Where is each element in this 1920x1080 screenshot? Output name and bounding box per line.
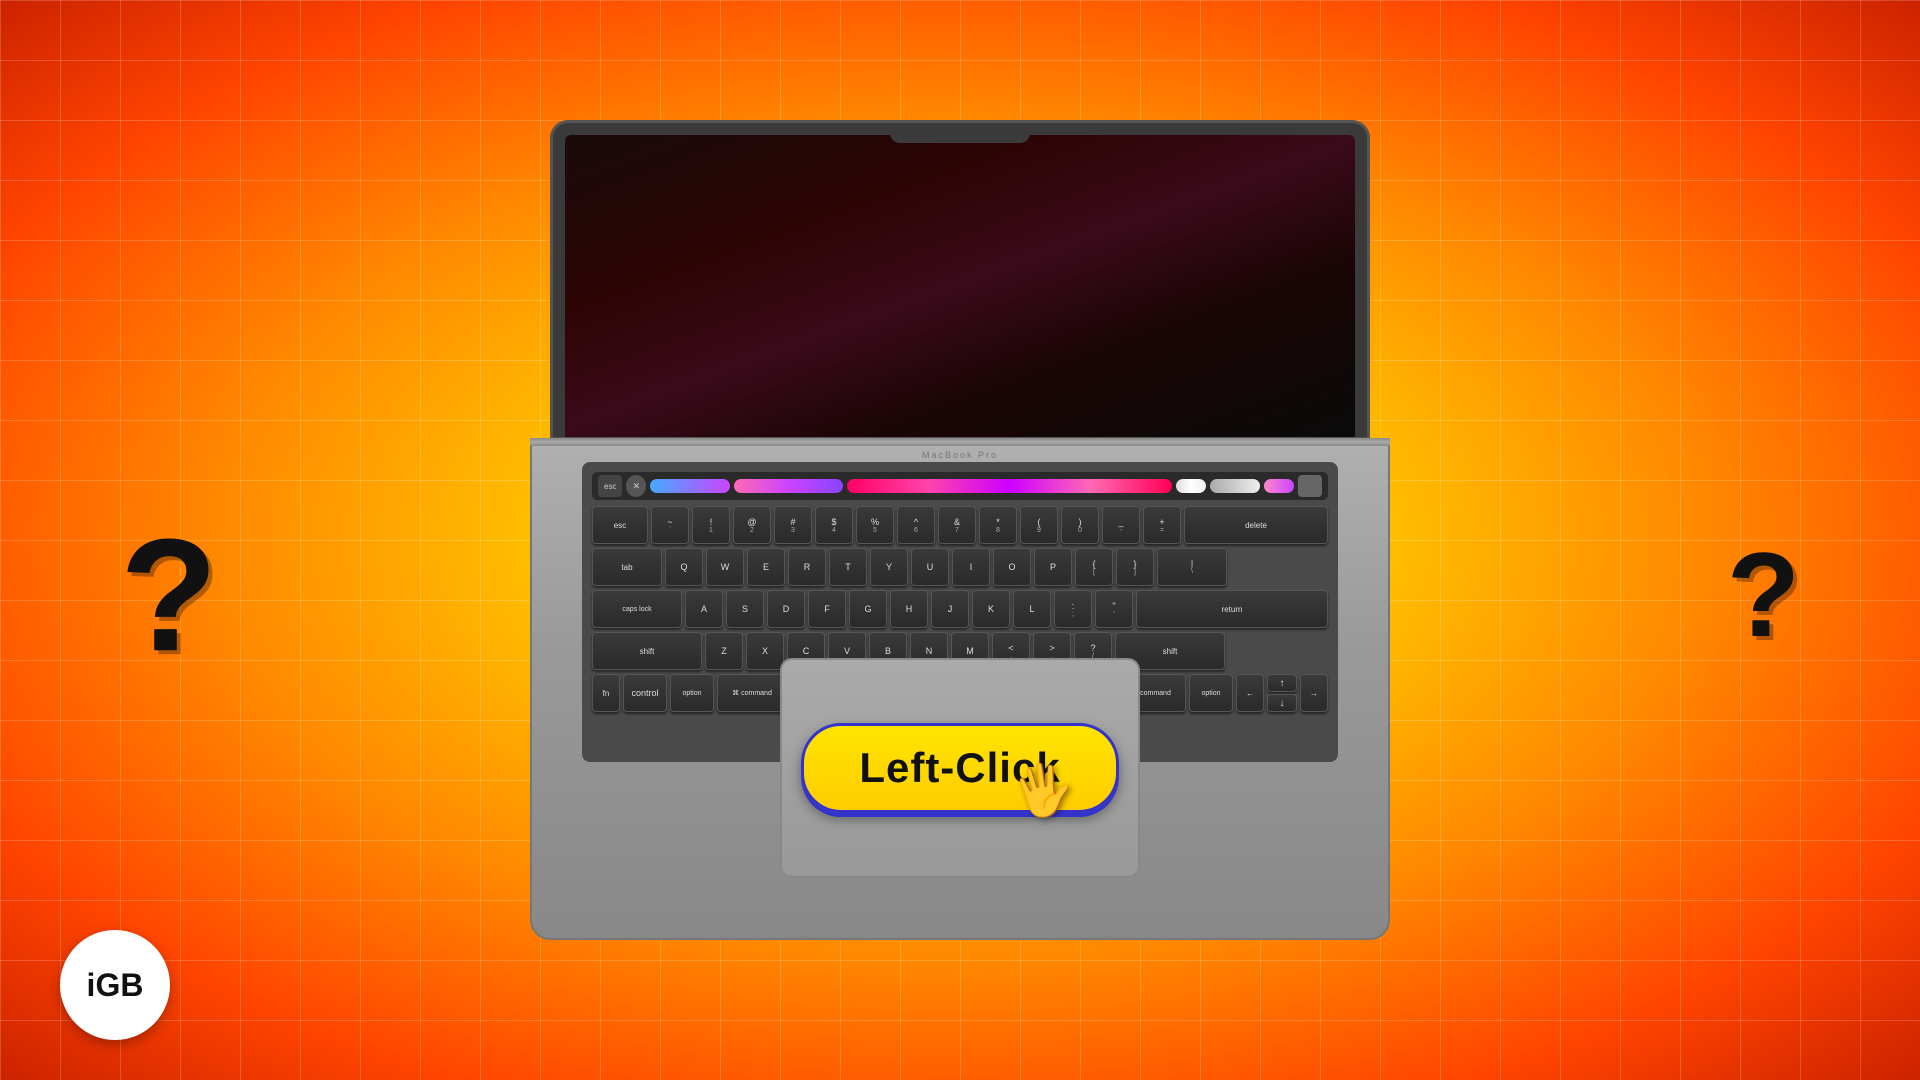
key-a[interactable]: A [685, 590, 723, 628]
tb-power[interactable] [1298, 475, 1322, 497]
key-t[interactable]: T [829, 548, 867, 586]
macbook-screen-outer [550, 120, 1370, 440]
igb-logo-text: iGB [87, 967, 144, 1004]
key-option-left[interactable]: option [670, 674, 714, 712]
key-h[interactable]: H [890, 590, 928, 628]
scene: ? esc ✕ [0, 0, 1920, 1080]
key-o[interactable]: O [993, 548, 1031, 586]
tb-brightness [1210, 479, 1260, 493]
key-lbracket[interactable]: {[ [1075, 548, 1113, 586]
tb-color-slider [734, 479, 842, 493]
key-tilde[interactable]: ~` [651, 506, 689, 544]
macbook-notch [890, 123, 1030, 143]
key-row-1: esc ~` !1 @2 #3 $4 %5 ^6 &7 *8 (9 )0 _- … [592, 506, 1328, 544]
arrow-up-down: ↑ ↓ [1267, 674, 1297, 712]
tb-thumb [1176, 479, 1206, 493]
key-k[interactable]: K [972, 590, 1010, 628]
key-2[interactable]: @2 [733, 506, 771, 544]
key-equals[interactable]: += [1143, 506, 1181, 544]
key-g[interactable]: G [849, 590, 887, 628]
key-d[interactable]: D [767, 590, 805, 628]
key-z[interactable]: Z [705, 632, 743, 670]
key-i[interactable]: I [952, 548, 990, 586]
key-8[interactable]: *8 [979, 506, 1017, 544]
cursor-hand-icon: 🖐 [1008, 756, 1081, 825]
key-e[interactable]: E [747, 548, 785, 586]
key-f[interactable]: F [808, 590, 846, 628]
key-esc[interactable]: esc [592, 506, 648, 544]
key-0[interactable]: )0 [1061, 506, 1099, 544]
key-x[interactable]: X [746, 632, 784, 670]
key-delete[interactable]: delete [1184, 506, 1328, 544]
key-y[interactable]: Y [870, 548, 908, 586]
key-arrow-right[interactable]: → [1300, 674, 1328, 712]
key-arrow-up[interactable]: ↑ [1267, 674, 1297, 692]
key-backslash[interactable]: |\ [1157, 548, 1227, 586]
key-rbracket[interactable]: }] [1116, 548, 1154, 586]
key-j[interactable]: J [931, 590, 969, 628]
key-minus[interactable]: _- [1102, 506, 1140, 544]
key-q[interactable]: Q [665, 548, 703, 586]
key-semicolon[interactable]: :; [1054, 590, 1092, 628]
macbook-model-label: MacBook Pro [922, 450, 998, 460]
touch-bar: esc ✕ [592, 472, 1328, 500]
key-u[interactable]: U [911, 548, 949, 586]
key-row-2: tab Q W E R T Y U I O P {[ }] |\ [592, 548, 1328, 586]
key-row-3: caps lock A S D F G H J K L :; "' return [592, 590, 1328, 628]
key-command-left[interactable]: ⌘ command [717, 674, 787, 712]
left-click-button[interactable]: Left-Click 🖐 [801, 723, 1118, 813]
key-quote[interactable]: "' [1095, 590, 1133, 628]
tb-esc[interactable]: esc [598, 475, 622, 497]
key-p[interactable]: P [1034, 548, 1072, 586]
question-mark-right: ? [1727, 526, 1800, 664]
macbook-screen-inner [565, 135, 1355, 437]
key-arrow-down[interactable]: ↓ [1267, 694, 1297, 712]
macbook: esc ✕ esc ~` !1 [530, 120, 1390, 940]
tb-color-bar [847, 479, 1172, 493]
tb-slider-left [650, 479, 730, 493]
key-r[interactable]: R [788, 548, 826, 586]
tb-siri [1264, 479, 1294, 493]
key-l[interactable]: L [1013, 590, 1051, 628]
key-1[interactable]: !1 [692, 506, 730, 544]
key-tab[interactable]: tab [592, 548, 662, 586]
key-3[interactable]: #3 [774, 506, 812, 544]
key-4[interactable]: $4 [815, 506, 853, 544]
macbook-body: esc ✕ esc ~` !1 [530, 440, 1390, 940]
key-6[interactable]: ^6 [897, 506, 935, 544]
tb-close-btn[interactable]: ✕ [626, 475, 646, 497]
key-w[interactable]: W [706, 548, 744, 586]
key-control[interactable]: control [623, 674, 667, 712]
igb-logo: iGB [60, 930, 170, 1040]
key-arrow-left[interactable]: ← [1236, 674, 1264, 712]
key-9[interactable]: (9 [1020, 506, 1058, 544]
key-7[interactable]: &7 [938, 506, 976, 544]
key-shift-left[interactable]: shift [592, 632, 702, 670]
macbook-hinge [530, 438, 1390, 446]
key-return[interactable]: return [1136, 590, 1328, 628]
key-5[interactable]: %5 [856, 506, 894, 544]
key-option-right[interactable]: option [1189, 674, 1233, 712]
key-capslock[interactable]: caps lock [592, 590, 682, 628]
key-fn[interactable]: fn [592, 674, 620, 712]
question-mark-left: ? [120, 503, 218, 687]
trackpad[interactable]: Left-Click 🖐 [780, 658, 1140, 878]
key-s[interactable]: S [726, 590, 764, 628]
